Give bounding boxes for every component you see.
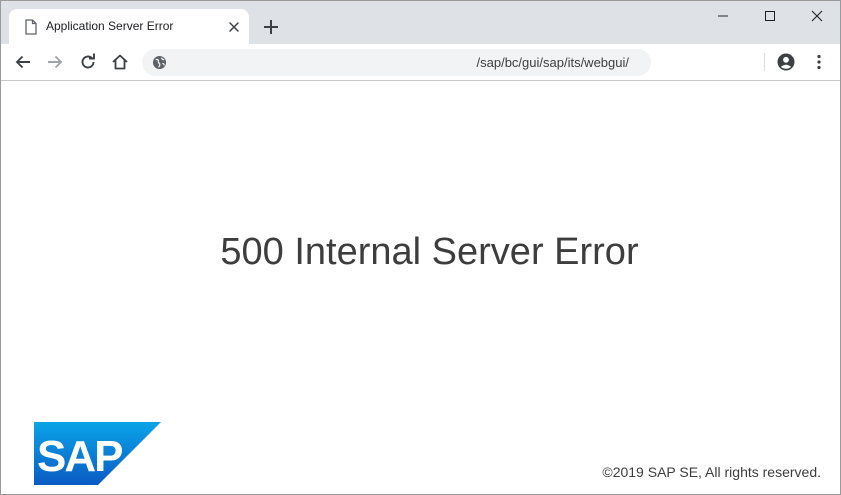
address-bar-url: /sap/bc/gui/sap/its/webgui/ (476, 55, 629, 70)
maximize-icon (765, 11, 775, 21)
globe-icon (152, 55, 167, 70)
error-heading: 500 Internal Server Error (220, 231, 639, 273)
tab-strip: Application Server Error (1, 1, 840, 44)
tab-application-server-error[interactable]: Application Server Error (9, 9, 249, 44)
toolbar-separator (764, 53, 765, 71)
minimize-button[interactable] (700, 1, 746, 31)
home-icon[interactable] (110, 52, 130, 72)
copyright-text: ©2019 SAP SE, All rights reserved. (602, 464, 821, 480)
sap-logo: SAP (34, 422, 161, 485)
new-tab-plus-icon[interactable] (261, 17, 281, 37)
browser-window: Application Server Error /sap/bc/gui/sap… (0, 0, 841, 495)
minimize-icon (718, 15, 728, 17)
page-content: 500 Internal Server Error SAP ©2019 SAP … (1, 81, 840, 494)
maximize-button[interactable] (747, 1, 793, 31)
page-icon (25, 19, 37, 35)
close-window-button[interactable] (794, 1, 840, 31)
close-icon (811, 10, 823, 22)
back-arrow-icon[interactable] (13, 52, 33, 72)
forward-arrow-icon[interactable] (45, 52, 65, 72)
tab-title: Application Server Error (46, 19, 174, 33)
reload-icon[interactable] (78, 52, 98, 72)
browser-toolbar: /sap/bc/gui/sap/its/webgui/ (1, 44, 840, 81)
sap-logo-text: SAP (37, 432, 122, 481)
profile-icon[interactable] (776, 52, 796, 72)
address-bar[interactable]: /sap/bc/gui/sap/its/webgui/ (142, 49, 651, 76)
kebab-menu-icon[interactable] (809, 52, 829, 72)
tab-close-icon[interactable] (226, 19, 242, 35)
